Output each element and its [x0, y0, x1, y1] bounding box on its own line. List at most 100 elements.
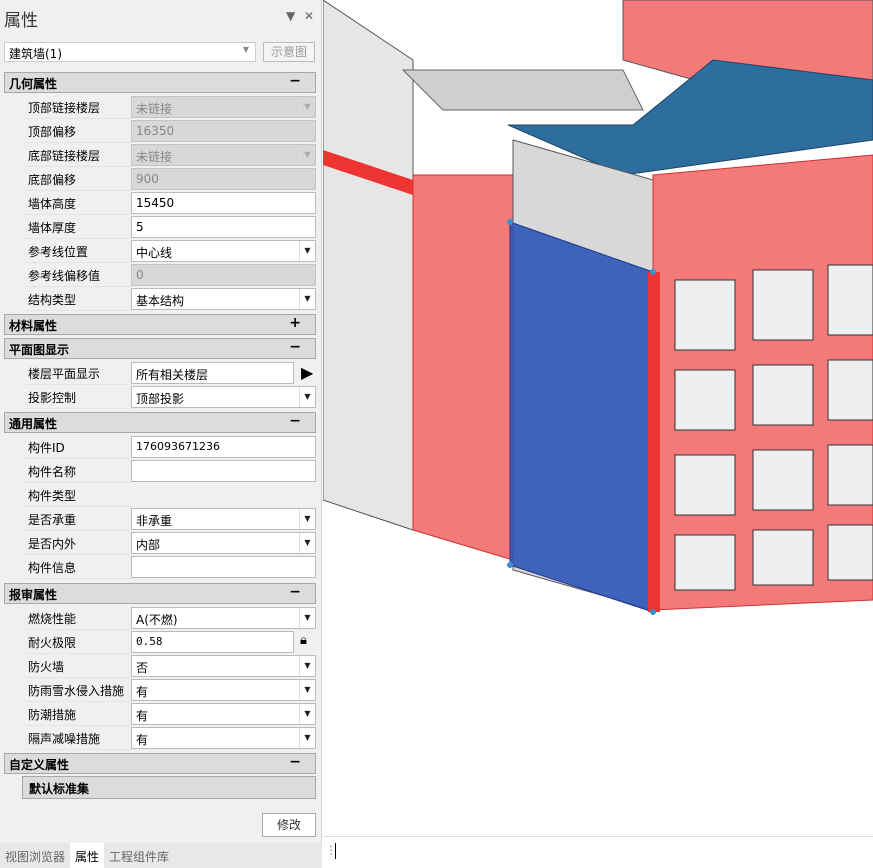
- property-row: 构件名称: [22, 459, 316, 483]
- diagram-button[interactable]: 示意图: [263, 42, 315, 62]
- expand-icon[interactable]: +: [289, 315, 301, 331]
- command-bar[interactable]: ⋮: [323, 836, 873, 868]
- collapse-icon[interactable]: −: [289, 584, 301, 600]
- property-row: 构件信息: [22, 555, 316, 579]
- component-name-input[interactable]: [131, 460, 316, 482]
- reference-offset-field: 0: [131, 264, 316, 286]
- property-row: 隔声减噪措施有 ▼: [22, 726, 316, 750]
- wall-height-input[interactable]: 15450: [131, 192, 316, 214]
- value: 内部: [136, 538, 161, 552]
- noise-measures-select[interactable]: 有 ▼: [131, 727, 316, 749]
- property-label: 参考线偏移值: [22, 263, 131, 287]
- property-row: 顶部链接楼层 未链接 ▼: [22, 95, 316, 119]
- lock-icon[interactable]: 🔒︎: [300, 633, 307, 648]
- group-title: 报审属性: [9, 588, 58, 602]
- panel-menu-icon[interactable]: ▼: [286, 9, 295, 23]
- property-label: 顶部偏移: [22, 119, 131, 143]
- tab-properties[interactable]: 属性: [70, 843, 105, 868]
- property-row: 是否承重 非承重 ▼: [22, 507, 316, 531]
- property-row: 底部链接楼层 未链接 ▼: [22, 143, 316, 167]
- property-row: 燃烧性能 A(不燃) ▼: [22, 606, 316, 630]
- collapse-icon[interactable]: −: [289, 73, 301, 89]
- property-row: 墙体高度 15450: [22, 191, 316, 215]
- value: 有: [136, 733, 149, 747]
- property-label: 底部偏移: [22, 167, 131, 191]
- group-header-plan[interactable]: 平面图显示 −: [4, 338, 316, 359]
- group-header-geometry[interactable]: 几何属性 −: [4, 72, 316, 93]
- value: 基本结构: [136, 294, 185, 308]
- property-label: 隔声减噪措施: [22, 726, 131, 750]
- component-id-field[interactable]: 176093671236: [131, 436, 316, 458]
- group-title: 平面图显示: [9, 343, 70, 357]
- combustibility-select[interactable]: A(不燃) ▼: [131, 607, 316, 629]
- chevron-down-icon: ▼: [299, 704, 315, 724]
- rain-snow-measures-select[interactable]: 有 ▼: [131, 679, 316, 701]
- chevron-down-icon: ▼: [299, 241, 315, 261]
- property-row: 防雨雪水侵入措施有 ▼: [22, 678, 316, 702]
- property-label: 燃烧性能: [22, 606, 131, 630]
- floor-plan-display-field[interactable]: 所有相关楼层: [131, 362, 294, 384]
- chevron-down-icon: ▼: [299, 387, 315, 407]
- property-row: 耐火极限 0.58 🔒︎: [22, 630, 316, 654]
- property-label: 参考线位置: [22, 239, 131, 263]
- moisture-measures-select[interactable]: 有 ▼: [131, 703, 316, 725]
- value: 有: [136, 709, 149, 723]
- group-header-material[interactable]: 材料属性 +: [4, 314, 316, 335]
- type-selector[interactable]: 建筑墙(1) ▼: [4, 42, 256, 62]
- group-title: 自定义属性: [9, 758, 70, 772]
- property-label: 构件信息: [22, 555, 131, 579]
- property-label: 墙体厚度: [22, 215, 131, 239]
- property-row: 底部偏移 900: [22, 167, 316, 191]
- collapse-icon[interactable]: −: [289, 413, 301, 429]
- bottom-link-level-select[interactable]: 未链接 ▼: [131, 144, 316, 166]
- property-grid: 几何属性 − 顶部链接楼层 未链接 ▼ 顶部偏移 16350 底部链接楼层 未链接 ▼ 底部…: [4, 72, 316, 799]
- wall-thickness-input[interactable]: 5: [131, 216, 316, 238]
- property-row: 防火墙否 ▼: [22, 654, 316, 678]
- chevron-down-icon: ▼: [299, 680, 315, 700]
- value: 顶部投影: [136, 392, 185, 406]
- chevron-down-icon: ▼: [299, 145, 315, 165]
- property-row: 结构类型 基本结构 ▼: [22, 287, 316, 311]
- chevron-down-icon: ▼: [299, 608, 315, 628]
- value: 未链接: [136, 150, 173, 164]
- fire-resistance-input[interactable]: 0.58: [131, 631, 294, 653]
- interior-exterior-select[interactable]: 内部 ▼: [131, 532, 316, 554]
- modify-button[interactable]: 修改: [262, 813, 316, 837]
- property-label: 底部链接楼层: [22, 143, 131, 167]
- reference-line-select[interactable]: 中心线 ▼: [131, 240, 316, 262]
- value: 有: [136, 685, 149, 699]
- property-label: 防潮措施: [22, 702, 131, 726]
- value: 非承重: [136, 514, 173, 528]
- group-header-review[interactable]: 报审属性 −: [4, 583, 316, 604]
- group-header-custom[interactable]: 自定义属性 −: [4, 753, 316, 774]
- group-header-general[interactable]: 通用属性 −: [4, 412, 316, 433]
- close-icon[interactable]: ✕: [304, 9, 314, 23]
- tab-component-library[interactable]: 工程组件库: [104, 843, 174, 868]
- left-building-facade: [323, 0, 414, 531]
- play-arrow-icon[interactable]: ▶: [301, 363, 313, 382]
- collapse-icon[interactable]: −: [289, 754, 301, 770]
- firewall-select[interactable]: 否 ▼: [131, 655, 316, 677]
- property-label: 防火墙: [22, 654, 131, 678]
- property-label: 是否承重: [22, 507, 131, 531]
- top-link-level-select[interactable]: 未链接 ▼: [131, 96, 316, 118]
- property-label: 墙体高度: [22, 191, 131, 215]
- tab-view-browser[interactable]: 视图浏览器: [0, 843, 70, 868]
- collapse-icon[interactable]: −: [289, 339, 301, 355]
- projection-control-select[interactable]: 顶部投影 ▼: [131, 386, 316, 408]
- structure-type-select[interactable]: 基本结构 ▼: [131, 288, 316, 310]
- property-row: 顶部偏移 16350: [22, 119, 316, 143]
- property-label: 构件类型: [22, 483, 131, 507]
- 3d-viewport[interactable]: [323, 0, 873, 836]
- selected-wall[interactable]: [509, 221, 654, 613]
- property-label: 投影控制: [22, 385, 131, 409]
- property-row: 构件类型: [22, 483, 316, 507]
- red-column: [648, 272, 660, 612]
- component-info-input[interactable]: [131, 556, 316, 578]
- building-model: [323, 0, 873, 615]
- load-bearing-select[interactable]: 非承重 ▼: [131, 508, 316, 530]
- value: A(不燃): [136, 613, 178, 627]
- subgroup-default-set[interactable]: 默认标准集: [22, 776, 316, 799]
- component-type-field: [131, 484, 316, 506]
- panel-title: 属性: [4, 11, 38, 31]
